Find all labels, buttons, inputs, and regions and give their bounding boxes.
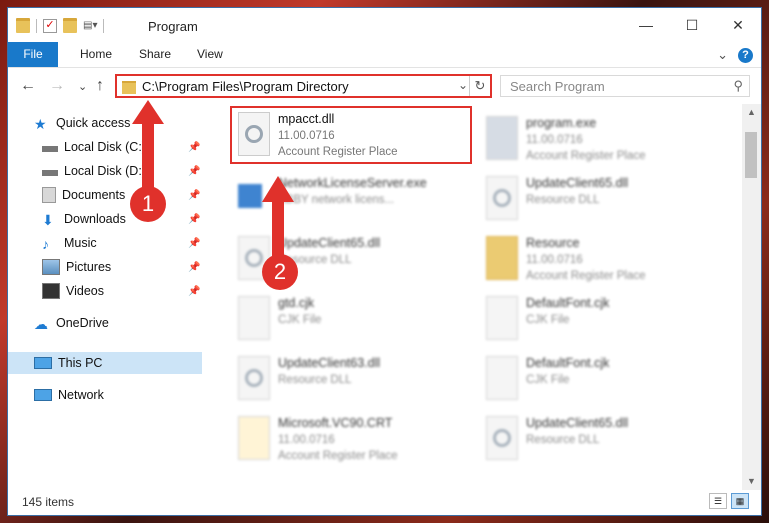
arrow-2 — [262, 176, 294, 256]
annotation-badge-2: 2 — [262, 254, 298, 290]
annotation-arrows — [132, 100, 294, 256]
annotation-badge-1: 1 — [130, 186, 166, 222]
arrow-1 — [132, 100, 164, 188]
